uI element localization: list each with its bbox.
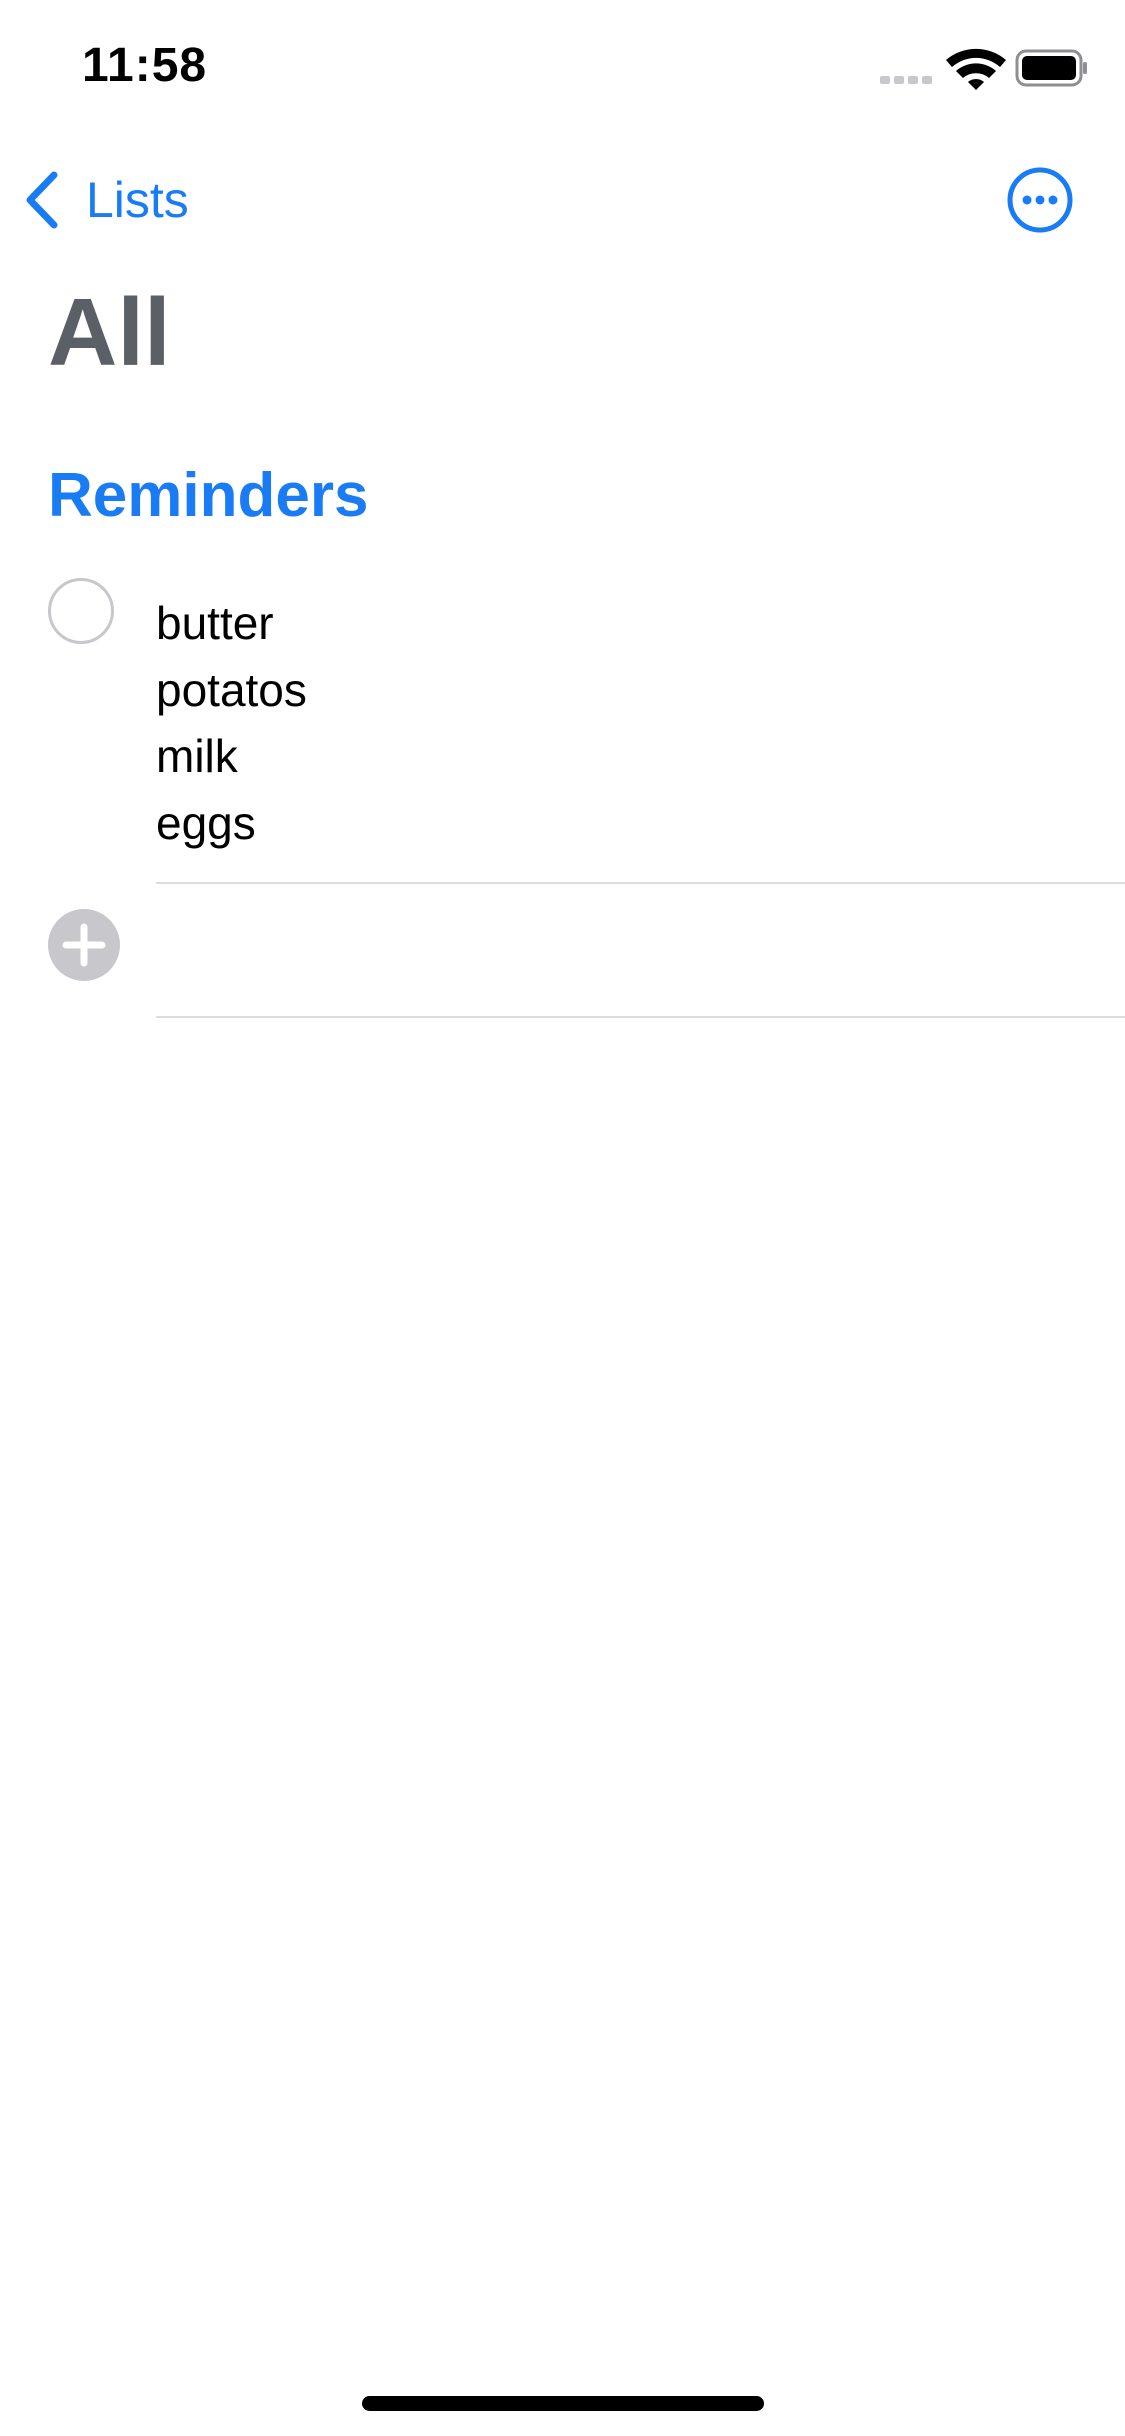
reminder-line: milk (156, 730, 238, 782)
reminder-line: butter (156, 597, 274, 649)
row-separator (156, 1016, 1125, 1018)
new-reminder-row[interactable] (0, 884, 1125, 1016)
reminder-line: eggs (156, 796, 256, 849)
status-bar: 11:58 (0, 0, 1125, 132)
completion-circle-icon[interactable] (48, 578, 114, 644)
reminder-line: potatos (156, 663, 307, 716)
battery-icon (1015, 49, 1087, 87)
status-time: 11:58 (82, 39, 208, 92)
chevron-left-icon (26, 171, 58, 229)
status-icons (880, 48, 1087, 90)
back-button-label: Lists (86, 172, 189, 228)
reminder-title[interactable]: butter potatos milk eggs (156, 590, 1056, 856)
page-title: All (48, 279, 171, 386)
plus-circle-icon[interactable] (48, 909, 120, 981)
section-title: Reminders (48, 461, 369, 530)
ellipsis-circle-icon[interactable] (1006, 166, 1074, 234)
home-indicator[interactable] (362, 2396, 764, 2411)
reminder-row[interactable]: butter potatos milk eggs (0, 576, 1125, 884)
back-button[interactable]: Lists (22, 166, 189, 234)
cellular-signal-icon (880, 76, 932, 84)
navigation-bar: Lists (0, 150, 1125, 250)
wifi-icon (946, 48, 1006, 90)
